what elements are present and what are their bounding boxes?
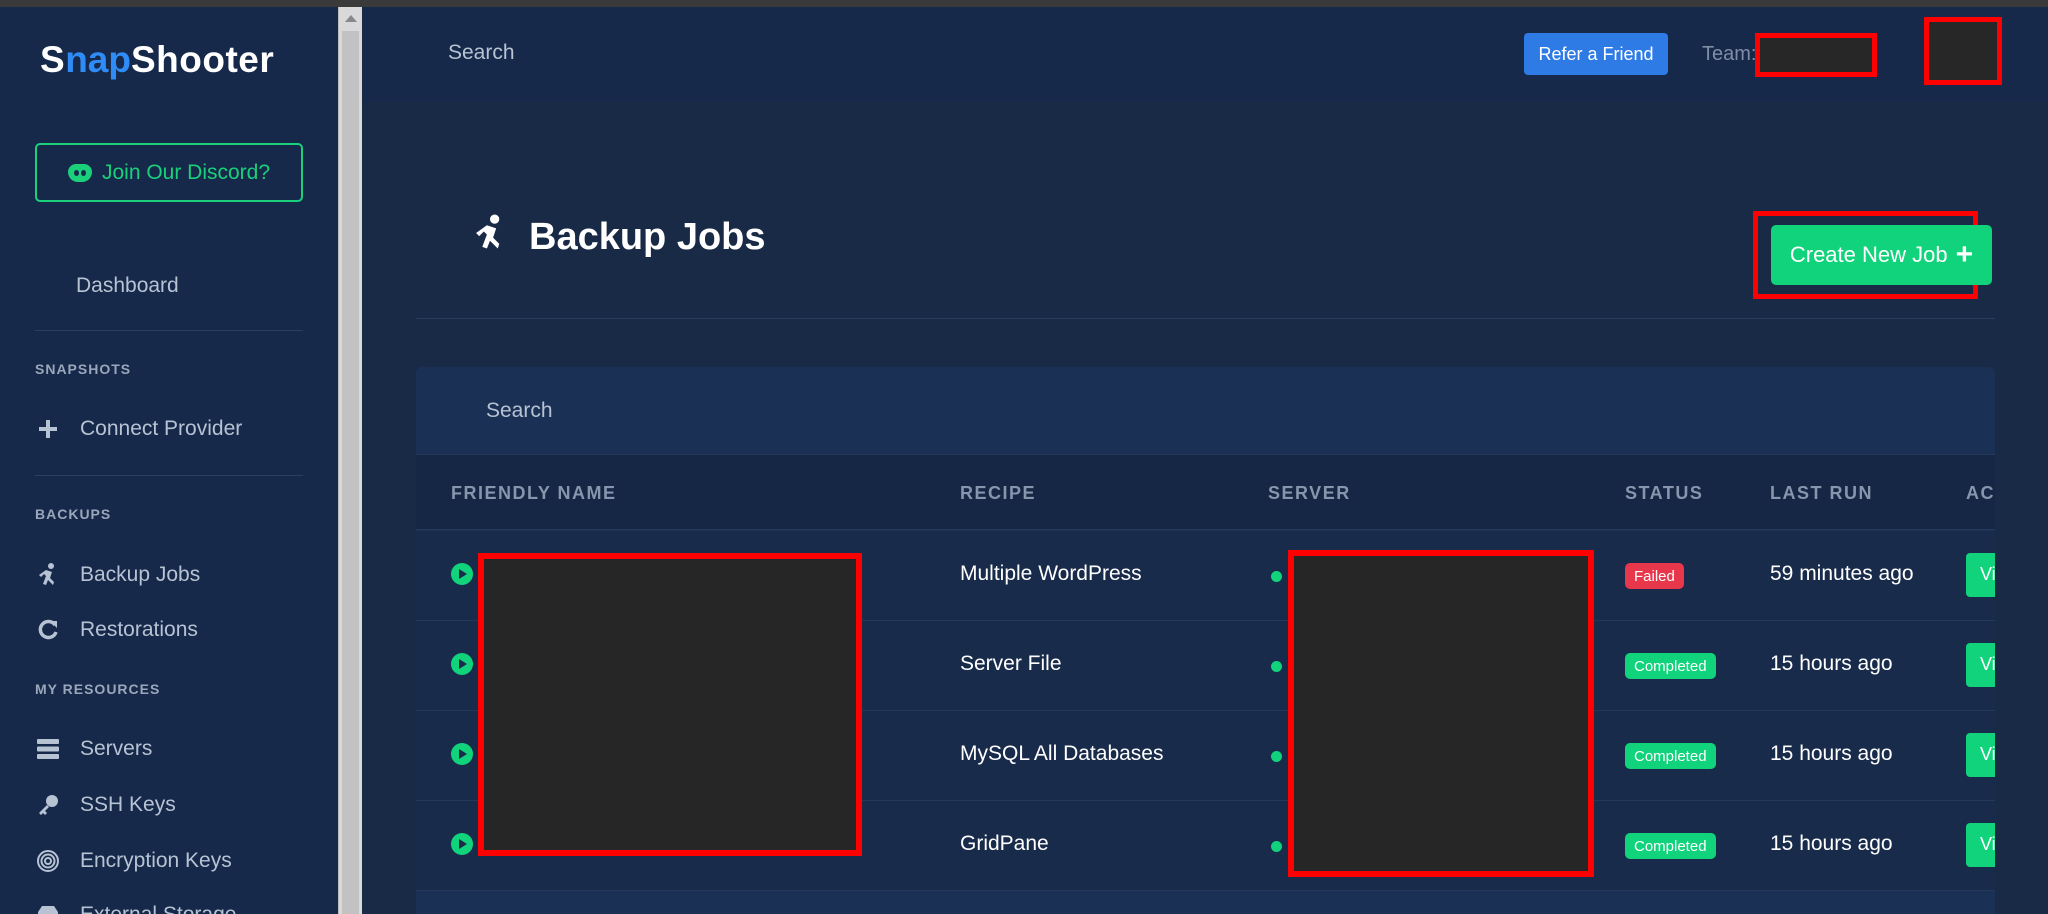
run-job-icon[interactable] [451,833,473,855]
column-header-recipe[interactable]: RECIPE [960,483,1036,504]
top-bar: Search Refer a Friend Team: [362,7,2048,102]
column-header-server[interactable]: SERVER [1268,483,1351,504]
status-badge: Failed [1625,563,1684,589]
jobs-search-input[interactable]: Search [486,399,553,423]
page-title: Backup Jobs [473,214,766,261]
create-job-highlight: Create New Job + [1753,211,1992,299]
recipe-cell: Server File [960,652,1062,675]
sidebar-scrollbar[interactable] [338,7,362,914]
sidebar-item-dashboard[interactable]: Dashboard [76,270,179,302]
view-job-button[interactable]: Vi [1966,643,1995,687]
redacted-team-name [1755,33,1877,77]
logo-prefix: S [40,39,66,80]
running-icon [35,562,61,588]
table-header: FRIENDLY NAME RECIPE SERVER STATUS LAST … [416,454,1995,530]
storage-icon [35,902,61,914]
title-divider [416,318,1995,319]
sidebar-item-connect-provider[interactable]: Connect Provider [35,413,242,445]
server-status-dot [1271,751,1282,762]
run-job-icon[interactable] [451,563,473,585]
fingerprint-icon [35,848,61,874]
server-icon [35,736,61,762]
sidebar-item-label: External Storage [80,903,236,914]
sidebar-item-encryption-keys[interactable]: Encryption Keys [35,845,232,877]
view-job-button[interactable]: Vi [1966,733,1995,777]
running-icon [473,214,507,261]
sidebar-item-label: Encryption Keys [80,849,232,872]
sidebar-item-label: Backup Jobs [80,563,201,586]
recipe-cell: MySQL All Databases [960,742,1164,765]
section-label-backups: BACKUPS [35,506,112,522]
key-icon [35,792,61,818]
sidebar-item-external-storage[interactable]: External Storage [35,899,236,914]
recipe-cell: GridPane [960,832,1049,855]
section-label-resources: MY RESOURCES [35,681,161,697]
logo-suffix: Shooter [130,39,275,80]
top-search-input[interactable]: Search [448,41,515,65]
scroll-thumb[interactable] [342,31,359,914]
column-header-friendly-name[interactable]: FRIENDLY NAME [451,483,617,504]
redo-icon [35,617,61,643]
run-job-icon[interactable] [451,743,473,765]
window-top-border [0,0,2048,7]
sidebar-item-label: Dashboard [76,274,179,297]
view-job-button[interactable]: Vi [1966,553,1995,597]
logo-accent: nap [65,39,131,80]
sidebar-divider [35,475,303,476]
app-logo[interactable]: Snap Shooter [40,35,274,85]
page-title-text: Backup Jobs [529,216,766,258]
run-job-icon[interactable] [451,653,473,675]
last-run-cell: 15 hours ago [1770,742,1893,765]
scroll-up-arrow-icon[interactable] [345,15,357,22]
sidebar-item-backup-jobs[interactable]: Backup Jobs [35,559,200,591]
last-run-cell: 59 minutes ago [1770,562,1914,585]
sidebar-item-restorations[interactable]: Restorations [35,614,198,646]
last-run-cell: 15 hours ago [1770,832,1893,855]
server-status-dot [1271,661,1282,672]
column-header-actions: AC [1966,483,1995,503]
discord-icon [67,163,92,182]
status-badge: Completed [1625,653,1716,679]
sidebar-divider [35,330,303,331]
sidebar-item-servers[interactable]: Servers [35,733,152,765]
column-header-status[interactable]: STATUS [1625,483,1703,504]
create-new-job-button[interactable]: Create New Job + [1771,225,1992,285]
recipe-cell: Multiple WordPress [960,562,1142,585]
sidebar-item-label: Connect Provider [80,417,243,440]
sidebar-item-label: Restorations [80,618,198,641]
server-status-dot [1271,841,1282,852]
last-run-cell: 15 hours ago [1770,652,1893,675]
plus-icon [35,416,61,442]
server-status-dot [1271,571,1282,582]
plus-icon: + [1955,238,1974,271]
refer-friend-button[interactable]: Refer a Friend [1524,33,1668,75]
sidebar-item-label: SSH Keys [80,793,176,816]
view-job-button[interactable]: Vi [1966,823,1995,867]
redacted-avatar[interactable] [1924,17,2002,85]
sidebar-item-ssh-keys[interactable]: SSH Keys [35,789,176,821]
redacted-server-names [1288,550,1594,877]
create-new-job-label: Create New Job [1789,242,1948,267]
team-label: Team: [1702,43,1757,65]
redacted-friendly-names [478,553,862,856]
section-label-snapshots: SNAPSHOTS [35,361,132,377]
sidebar-item-label: Servers [80,737,153,760]
join-discord-button[interactable]: Join Our Discord? [35,143,303,202]
status-badge: Completed [1625,833,1716,859]
sidebar: Snap Shooter Join Our Discord? Dashboard … [0,7,338,914]
join-discord-label: Join Our Discord? [101,160,271,184]
status-badge: Completed [1625,743,1716,769]
column-header-last-run[interactable]: LAST RUN [1770,483,1873,504]
